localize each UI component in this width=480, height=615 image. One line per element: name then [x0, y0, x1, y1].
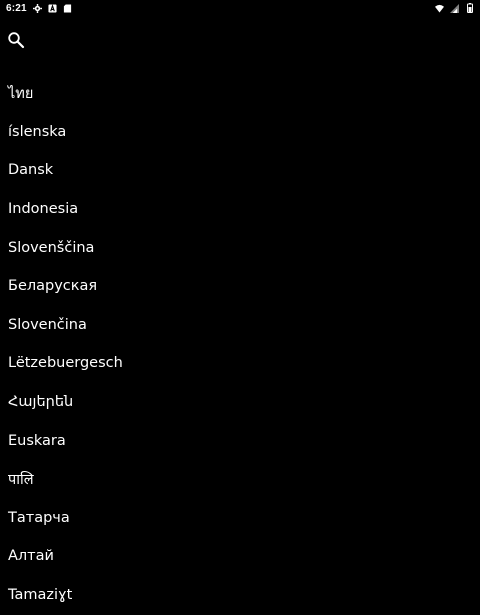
language-item-thai[interactable]: ไทย	[0, 74, 480, 113]
language-label: Алтай	[8, 548, 54, 565]
settings-gear-icon	[32, 3, 42, 13]
battery-icon	[465, 3, 474, 13]
language-label: Հայերեն	[8, 394, 74, 411]
status-bar: 6:21	[0, 0, 480, 16]
a-square-icon	[48, 3, 57, 13]
language-label: Slovenčina	[8, 316, 87, 333]
language-item-belarusian[interactable]: Беларуская	[0, 267, 480, 306]
sd-card-icon	[63, 3, 72, 13]
language-label: Indonesia	[8, 201, 79, 218]
language-item-tatar[interactable]: Татарча	[0, 499, 480, 538]
language-item-basque[interactable]: Euskara	[0, 421, 480, 460]
language-item-danish[interactable]: Dansk	[0, 151, 480, 190]
language-item-tamazight[interactable]: Tamaziɣt	[0, 576, 480, 615]
language-label: Tamaziɣt	[8, 587, 73, 604]
toolbar	[0, 28, 480, 56]
language-item-slovak[interactable]: Slovenčina	[0, 306, 480, 345]
status-left: 6:21	[6, 3, 72, 14]
language-item-luxembourgish[interactable]: Lëtzebuergesch	[0, 344, 480, 383]
language-label: íslenska	[8, 123, 67, 140]
language-item-armenian[interactable]: Հայերեն	[0, 383, 480, 422]
language-label: Татарча	[8, 509, 70, 526]
language-item-altai[interactable]: Алтай	[0, 537, 480, 576]
search-icon	[7, 31, 25, 54]
language-label: Dansk	[8, 162, 54, 179]
search-button[interactable]	[4, 30, 28, 54]
language-item-pali[interactable]: पालि	[0, 460, 480, 499]
language-label: Euskara	[8, 432, 66, 449]
wifi-icon	[435, 4, 444, 13]
language-item-slovenian[interactable]: Slovenščina	[0, 228, 480, 267]
language-label: ไทย	[8, 85, 34, 102]
language-list: ไทย íslenska Dansk Indonesia Slovenščina…	[0, 74, 480, 614]
language-label: Slovenščina	[8, 239, 95, 256]
status-right	[435, 3, 474, 13]
language-label: पालि	[8, 472, 34, 489]
language-label: Беларуская	[8, 278, 98, 295]
language-label: Lëtzebuergesch	[8, 355, 123, 372]
cell-signal-icon	[450, 3, 459, 13]
status-time: 6:21	[6, 2, 27, 14]
language-item-icelandic[interactable]: íslenska	[0, 113, 480, 152]
language-item-indonesian[interactable]: Indonesia	[0, 190, 480, 229]
